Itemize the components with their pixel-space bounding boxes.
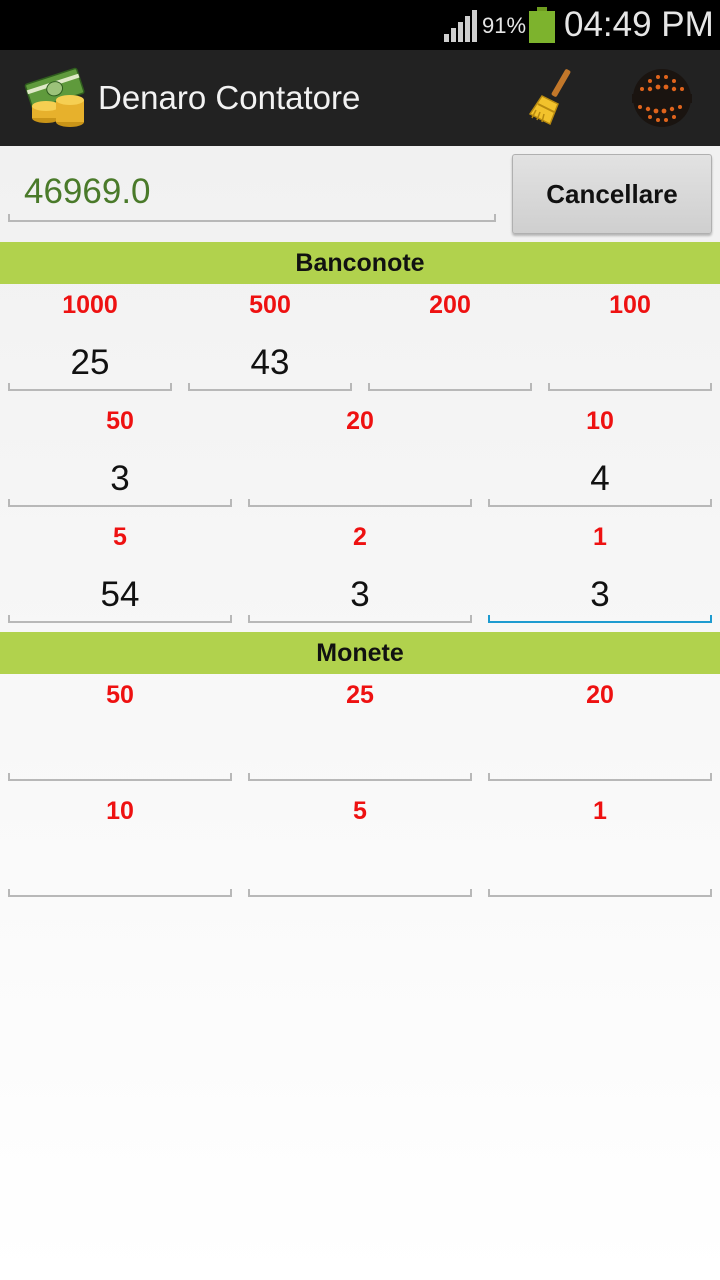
count-value: 3 <box>110 459 130 498</box>
denomination-label: 50 <box>106 681 134 709</box>
banconote-header: Banconote <box>0 242 720 284</box>
denomination-label: 1000 <box>62 291 118 319</box>
count-input-2[interactable]: 3 <box>248 573 472 623</box>
total-amount-value: 46969.0 <box>24 172 151 211</box>
count-value: 4 <box>590 459 610 498</box>
money-stack-icon <box>24 67 85 127</box>
count-value: 43 <box>250 343 290 382</box>
count-input-500[interactable]: 43 <box>188 341 352 391</box>
monete-header: Monete <box>0 632 720 674</box>
sparkle-globe-icon[interactable] <box>630 67 694 129</box>
coin-input-1[interactable] <box>488 847 712 897</box>
action-bar: Denaro Contatore <box>0 50 720 146</box>
count-input-200[interactable] <box>368 341 532 391</box>
coin-input-25[interactable] <box>248 731 472 781</box>
denomination-label: 200 <box>429 291 471 319</box>
count-input-50[interactable]: 3 <box>8 457 232 507</box>
count-input-1000[interactable]: 25 <box>8 341 172 391</box>
count-input-100[interactable] <box>548 341 712 391</box>
clear-button[interactable]: Cancellare <box>512 154 712 234</box>
denomination-label: 20 <box>346 407 374 435</box>
denomination-label: 2 <box>353 523 367 551</box>
count-value: 3 <box>590 575 610 614</box>
count-input-5[interactable]: 54 <box>8 573 232 623</box>
total-amount-field[interactable]: 46969.0 <box>8 160 496 222</box>
count-input-20[interactable] <box>248 457 472 507</box>
count-input-1[interactable]: 3 <box>488 573 712 623</box>
battery-percent: 91% <box>482 13 527 38</box>
denomination-label: 1 <box>593 523 607 551</box>
status-bar: 91% 04:49 PM <box>0 0 720 50</box>
coin-input-20[interactable] <box>488 731 712 781</box>
denomination-label: 500 <box>249 291 291 319</box>
count-value: 3 <box>350 575 370 614</box>
denomination-label: 10 <box>106 797 134 825</box>
count-value: 25 <box>70 343 110 382</box>
signal-bars-icon <box>444 10 477 42</box>
clock: 04:49 PM <box>564 5 714 44</box>
denomination-label: 100 <box>609 291 651 319</box>
denomination-label: 1 <box>593 797 607 825</box>
coin-input-10[interactable] <box>8 847 232 897</box>
coin-input-5[interactable] <box>248 847 472 897</box>
count-value: 54 <box>100 575 140 614</box>
denomination-label: 5 <box>353 797 367 825</box>
coin-input-50[interactable] <box>8 731 232 781</box>
broom-icon[interactable] <box>528 68 576 126</box>
app-title: Denaro Contatore <box>98 79 361 116</box>
denomination-label: 25 <box>346 681 374 709</box>
battery-icon <box>529 7 555 43</box>
denomination-label: 20 <box>586 681 614 709</box>
denomination-label: 50 <box>106 407 134 435</box>
count-input-10[interactable]: 4 <box>488 457 712 507</box>
denomination-label: 5 <box>113 523 127 551</box>
denomination-label: 10 <box>586 407 614 435</box>
